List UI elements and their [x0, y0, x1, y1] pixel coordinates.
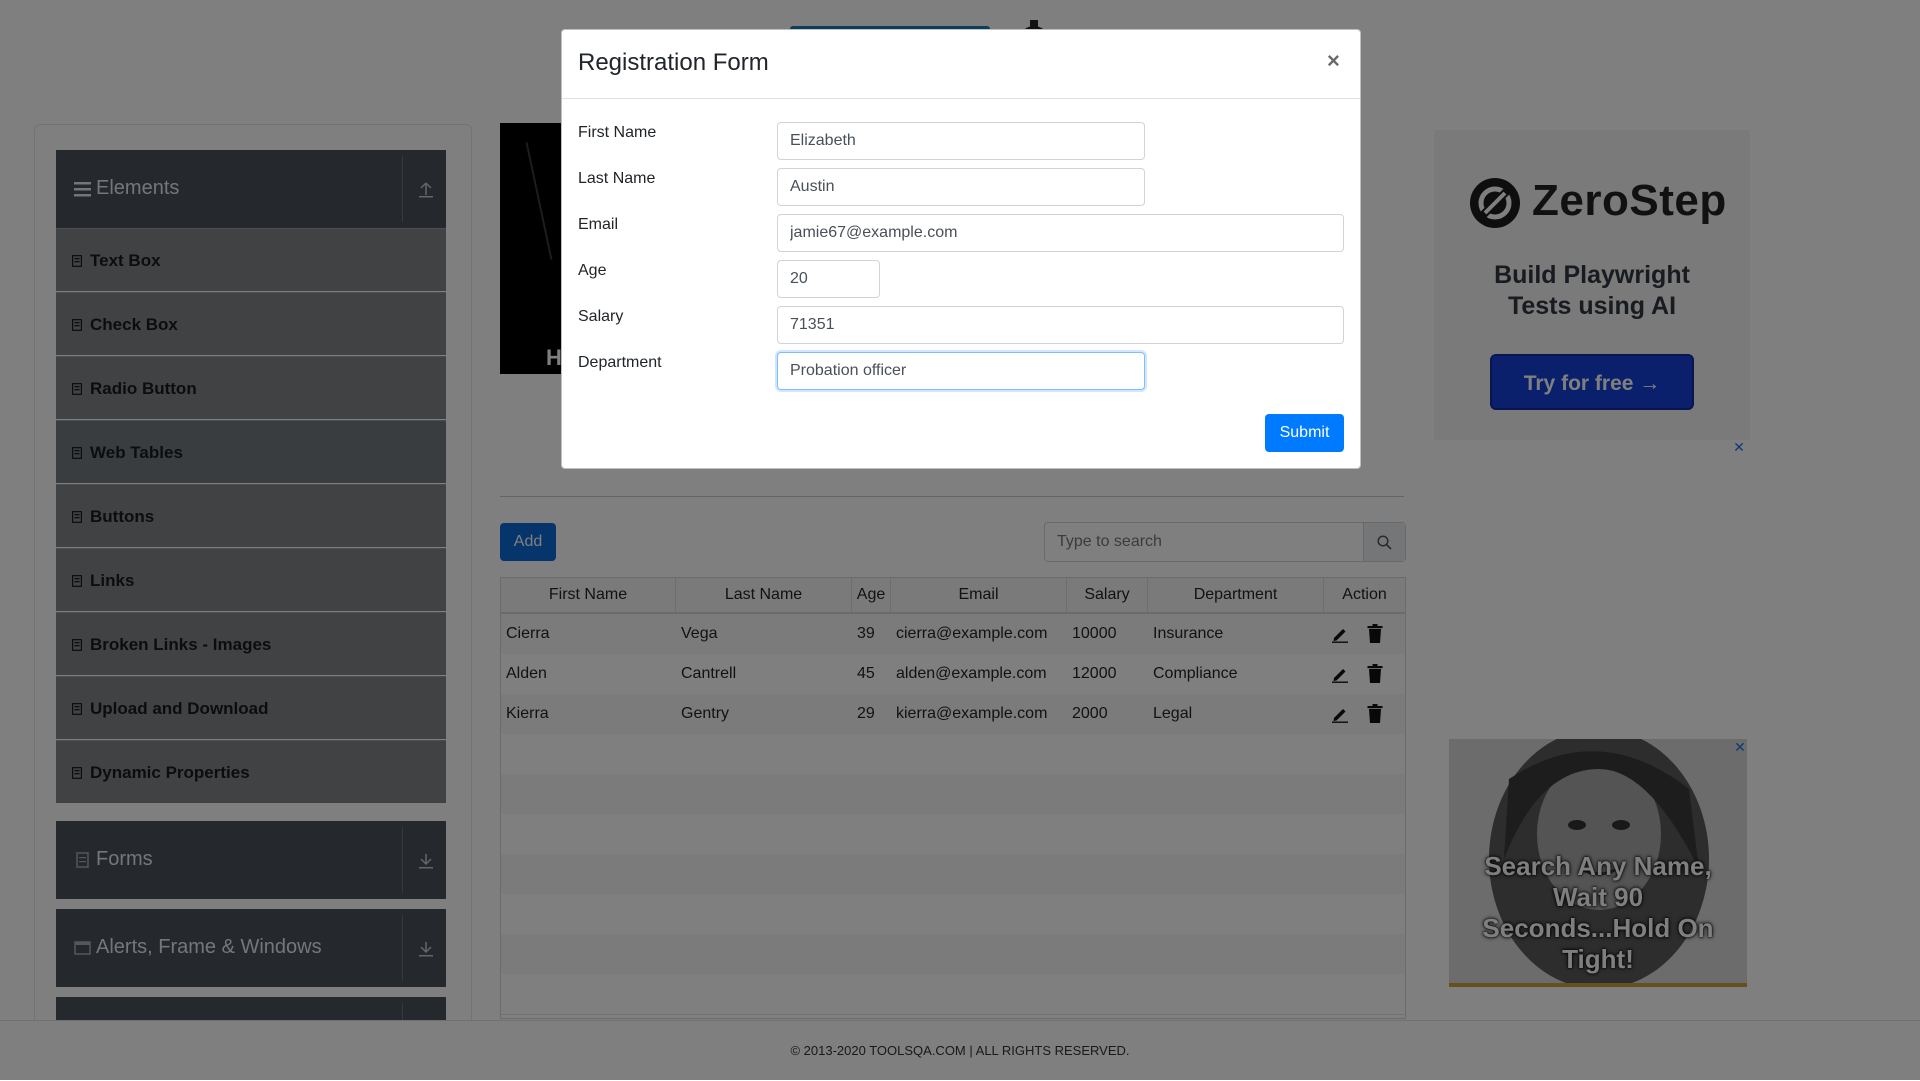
- last-name-label: Last Name: [578, 170, 656, 187]
- modal-header: Registration Form ×: [562, 30, 1360, 99]
- first-name-input[interactable]: [777, 122, 1145, 160]
- submit-button[interactable]: Submit: [1265, 414, 1344, 452]
- last-name-input[interactable]: [777, 168, 1145, 206]
- registration-modal: Registration Form × First Name Last Name…: [561, 29, 1361, 469]
- salary-input[interactable]: [777, 306, 1344, 344]
- department-label: Department: [578, 354, 662, 371]
- close-icon[interactable]: ×: [1327, 48, 1340, 74]
- age-input[interactable]: [777, 260, 880, 298]
- first-name-label: First Name: [578, 124, 657, 141]
- modal-title: Registration Form: [578, 49, 769, 76]
- email-label: Email: [578, 216, 619, 233]
- age-label: Age: [578, 262, 607, 279]
- department-input[interactable]: [777, 352, 1145, 390]
- email-input[interactable]: [777, 214, 1344, 252]
- salary-label: Salary: [578, 308, 624, 325]
